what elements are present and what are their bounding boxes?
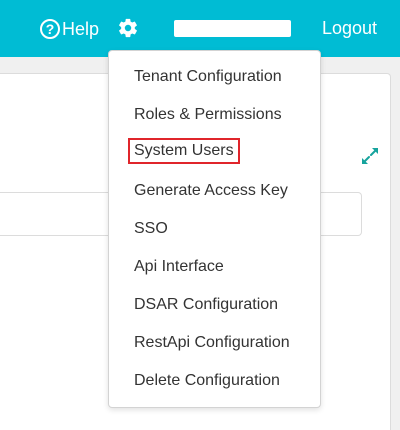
- logout-link[interactable]: Logout: [322, 18, 377, 39]
- help-label: Help: [62, 18, 100, 39]
- menu-item-roles-permissions[interactable]: Roles & Permissions: [134, 106, 282, 124]
- menu-item-api-interface[interactable]: Api Interface: [134, 258, 224, 276]
- top-nav-bar: ? Help Logout: [0, 0, 400, 57]
- menu-item-delete-configuration[interactable]: Delete Configuration: [134, 372, 280, 390]
- menu-item-system-users[interactable]: System Users: [128, 138, 240, 164]
- menu-item-dsar-configuration[interactable]: DSAR Configuration: [134, 296, 278, 314]
- user-name-redacted[interactable]: [174, 20, 291, 37]
- gear-icon[interactable]: [117, 17, 139, 39]
- help-link[interactable]: ? Help: [40, 17, 99, 41]
- menu-item-tenant-configuration[interactable]: Tenant Configuration: [134, 68, 282, 86]
- menu-item-generate-access-key[interactable]: Generate Access Key: [134, 182, 288, 200]
- settings-dropdown-menu: Tenant Configuration Roles & Permissions…: [108, 50, 321, 408]
- expand-arrows-icon[interactable]: [360, 146, 380, 166]
- menu-item-sso[interactable]: SSO: [134, 220, 168, 238]
- help-circle-icon: ?: [40, 19, 60, 39]
- menu-item-restapi-configuration[interactable]: RestApi Configuration: [134, 334, 290, 352]
